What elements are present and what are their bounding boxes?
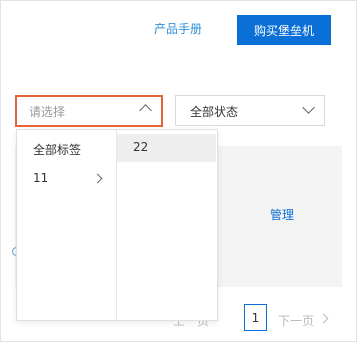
chevron-up-icon [139, 104, 152, 117]
product-manual-link[interactable]: 产品手册 [154, 20, 202, 37]
chevron-down-icon [302, 101, 315, 114]
cascader-option-22[interactable]: 22 [117, 134, 216, 162]
cascader-column-2: 22 [117, 130, 217, 320]
cascader-option-label: 11 [33, 171, 49, 185]
tag-select[interactable]: 请选择 [15, 95, 163, 127]
cascader-option-label: 22 [133, 140, 149, 154]
cascader-option-label: 全部标签 [33, 143, 82, 157]
cascader-option-all-tags[interactable]: 全部标签 [17, 135, 117, 163]
status-select[interactable]: 全部状态 [175, 95, 325, 126]
tag-select-placeholder: 请选择 [29, 105, 66, 119]
chevron-right-icon [92, 173, 103, 184]
tag-cascader-dropdown: 全部标签 11 22 [16, 129, 218, 321]
page-number-current[interactable]: 1 [244, 304, 267, 331]
cascader-option-11[interactable]: 11 [17, 165, 117, 193]
buy-bastion-host-button[interactable]: 购买堡垒机 [237, 15, 331, 45]
status-select-value: 全部状态 [190, 105, 239, 119]
cascader-column-1: 全部标签 11 [17, 130, 117, 320]
manage-link[interactable]: 管理 [270, 206, 294, 223]
next-page-button[interactable]: 下一页 [278, 312, 314, 338]
